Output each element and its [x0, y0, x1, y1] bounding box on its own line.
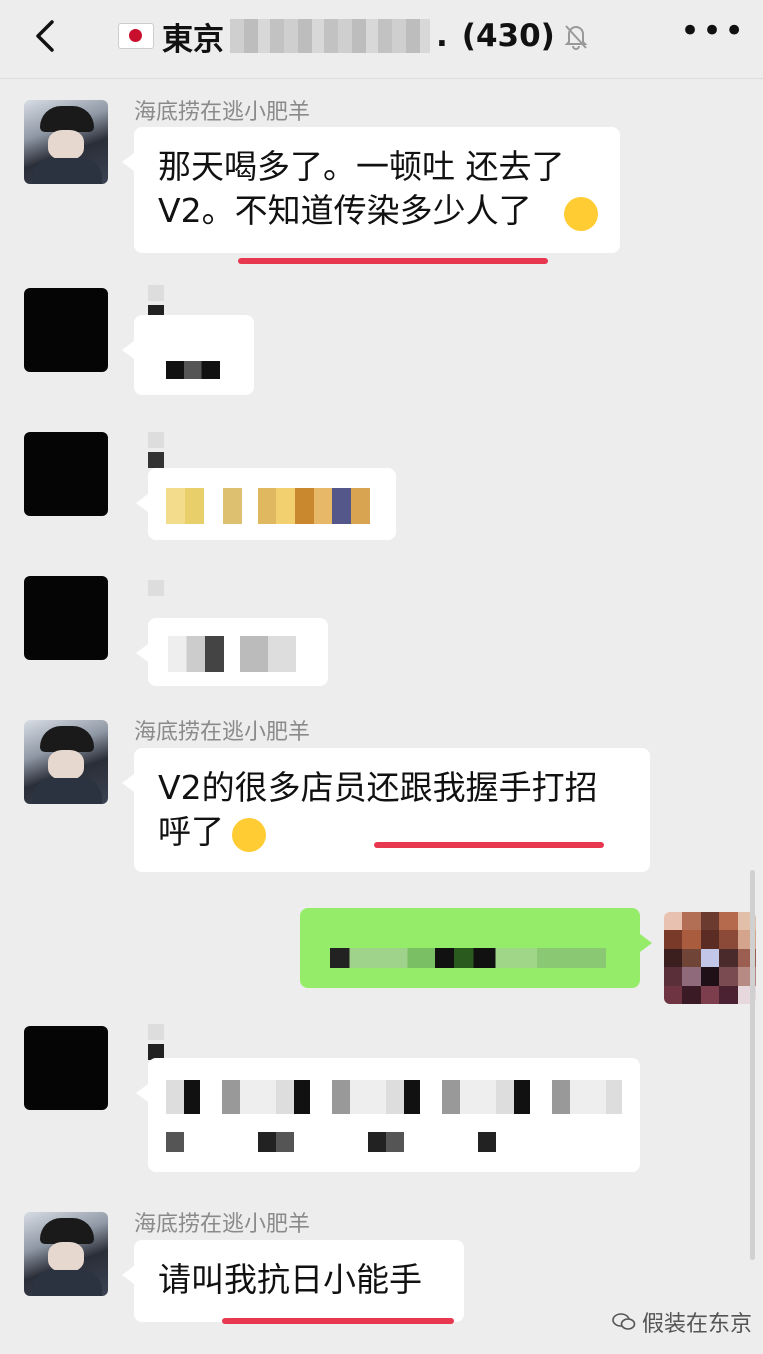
message-bubble[interactable] [122, 315, 254, 395]
pixelated-text [166, 1132, 496, 1152]
title-prefix: 東京 [162, 21, 224, 58]
message-bubble[interactable]: 那天喝多了。一顿吐 还去了 V2。不知道传染多少人了 [122, 127, 620, 253]
blurred-name [148, 432, 164, 448]
more-options-button[interactable]: ••• [680, 14, 744, 52]
avatar[interactable] [24, 720, 108, 804]
avatar[interactable] [24, 1026, 108, 1110]
blurred-title-segment [230, 19, 430, 53]
message-text-line: V2的很多店员还跟我握手打招 [158, 768, 598, 807]
red-underline-annotation [238, 258, 548, 264]
message-text-line: 请叫我抗日小能手 [158, 1260, 422, 1299]
message-bubble[interactable] [136, 1058, 640, 1172]
avatar[interactable] [24, 1212, 108, 1296]
pixelated-text [330, 948, 606, 968]
watermark: 假装在东京 [612, 1306, 752, 1338]
avatar[interactable] [24, 100, 108, 184]
laughing-crying-emoji-icon [564, 197, 598, 231]
message-text-line: 呼了 [158, 812, 224, 851]
message-bubble-self[interactable] [300, 908, 652, 988]
back-chevron-icon[interactable] [28, 14, 68, 58]
message-text-line: V2。不知道传染多少人了 [158, 191, 532, 230]
watermark-label: 假装在东京 [642, 1312, 753, 1337]
wechat-icon [612, 1313, 636, 1330]
message-text-line: 那天喝多了。一顿吐 还去了 [158, 147, 565, 186]
sender-name: 海底捞在逃小肥羊 [134, 1212, 311, 1237]
pixelated-text [240, 636, 296, 672]
message-bubble[interactable]: 请叫我抗日小能手 [122, 1240, 464, 1322]
blurred-name [148, 580, 164, 596]
pixelated-text [168, 636, 224, 672]
blurred-name [148, 1024, 164, 1040]
blurred-name [148, 285, 164, 301]
pixelated-emoji [166, 488, 242, 524]
chat-title: 東京 . (430) [118, 14, 591, 58]
avatar[interactable] [24, 576, 108, 660]
pixelated-text [166, 361, 220, 379]
message-bubble[interactable]: V2的很多店员还跟我握手打招 呼了 [122, 748, 650, 872]
bell-off-icon [564, 25, 588, 50]
blushing-emoji-icon [232, 818, 266, 852]
scrollbar[interactable] [750, 870, 755, 1260]
self-avatar[interactable] [664, 912, 756, 1004]
message-bubble[interactable] [136, 468, 396, 540]
sender-name: 海底捞在逃小肥羊 [134, 100, 311, 125]
red-underline-annotation [222, 1318, 454, 1324]
sender-name: 海底捞在逃小肥羊 [134, 720, 311, 745]
avatar[interactable] [24, 288, 108, 372]
blurred-name [148, 452, 164, 468]
pixelated-text [166, 1080, 622, 1114]
avatar[interactable] [24, 432, 108, 516]
japan-flag-icon [118, 23, 154, 49]
red-underline-annotation [374, 842, 604, 848]
member-count: (430) [461, 18, 555, 54]
title-suffix: . [436, 18, 448, 54]
chat-header: 東京 . (430) ••• [0, 0, 763, 79]
pixelated-emoji [258, 488, 370, 524]
message-bubble[interactable] [136, 618, 328, 686]
